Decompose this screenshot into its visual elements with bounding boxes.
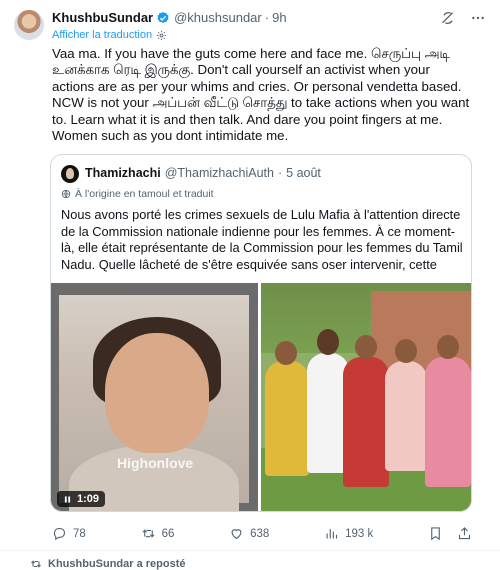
repost-count: 66 [161, 527, 175, 540]
verified-badge-icon [157, 11, 169, 23]
quote-author-avatar[interactable] [61, 165, 79, 183]
views-icon[interactable] [324, 526, 339, 541]
author-name[interactable]: KhushbuSundar [52, 10, 153, 25]
share-icon[interactable] [457, 526, 472, 541]
like-button[interactable]: 638 [229, 526, 269, 541]
bookmark-share-group [428, 526, 472, 541]
translate-link[interactable]: Afficher la traduction [52, 29, 167, 41]
grok-icon[interactable] [440, 10, 456, 26]
quote-header: Thamizhachi @ThamizhachiAuth · 5 août [85, 166, 321, 180]
quote-translation-note: À l'origine en tamoul et traduit [61, 188, 214, 200]
photo-head-5 [437, 335, 459, 359]
translate-icon [61, 189, 71, 199]
quote-photo[interactable] [261, 283, 471, 511]
quote-text: Nous avons porté les crimes sexuels de L… [61, 207, 463, 272]
photo-head-3 [355, 335, 377, 359]
video-watermark: Highonlove [117, 455, 194, 471]
video-frame: Highonlove [59, 295, 249, 511]
quote-translation-label: À l'origine en tamoul et traduit [75, 188, 214, 200]
views-button[interactable]: 193 k [324, 526, 373, 541]
photo-person-5 [425, 357, 471, 487]
header-actions [440, 10, 486, 26]
reposted-label: KhushbuSundar a reposté [48, 558, 186, 570]
gear-icon[interactable] [156, 30, 167, 41]
quote-time[interactable]: 5 août [286, 166, 321, 180]
photo-head-1 [275, 341, 297, 365]
photo-person-1 [265, 361, 309, 476]
tweet-divider [0, 550, 500, 551]
video-person-face [105, 333, 209, 453]
bookmark-icon[interactable] [428, 526, 443, 541]
author-handle[interactable]: @khushsundar [174, 10, 262, 25]
quote-video[interactable]: Highonlove 1:09 [51, 283, 258, 511]
tweet-actions: 78 66 638 193 k [52, 526, 472, 541]
separator-dot: · [264, 10, 270, 25]
repost-small-icon [31, 560, 41, 568]
reposted-indicator[interactable]: KhushbuSundar a reposté [30, 558, 186, 570]
repost-button[interactable]: 66 [141, 526, 175, 541]
translate-label[interactable]: Afficher la traduction [52, 29, 152, 41]
reply-count: 78 [73, 527, 86, 540]
photo-head-2 [317, 329, 339, 355]
reply-icon[interactable] [52, 526, 67, 541]
repost-icon[interactable] [141, 526, 156, 541]
photo-person-4 [385, 361, 427, 471]
video-duration: 1:09 [77, 493, 100, 505]
tweet-card[interactable]: KhushbuSundar @khushsundar · 9h Afficher… [0, 0, 500, 570]
quoted-tweet[interactable]: Thamizhachi @ThamizhachiAuth · 5 août À … [50, 154, 472, 512]
tweet-header: KhushbuSundar @khushsundar · 9h [52, 10, 287, 25]
like-count: 638 [250, 527, 270, 540]
tweet-time[interactable]: 9h [272, 10, 286, 25]
author-avatar[interactable] [14, 10, 44, 40]
more-icon[interactable] [470, 10, 486, 26]
quote-author-handle[interactable]: @ThamizhachiAuth [165, 166, 274, 180]
video-duration-badge[interactable]: 1:09 [57, 491, 106, 507]
photo-person-3 [343, 357, 389, 487]
play-icon[interactable] [63, 495, 72, 504]
reply-button[interactable]: 78 [52, 526, 86, 541]
quote-separator-dot: · [277, 166, 283, 180]
like-icon[interactable] [229, 526, 244, 541]
photo-head-4 [395, 339, 417, 363]
quote-author-name[interactable]: Thamizhachi [85, 166, 161, 180]
views-count: 193 k [345, 527, 374, 540]
tweet-text: Vaa ma. If you have the guts come here a… [52, 46, 470, 144]
